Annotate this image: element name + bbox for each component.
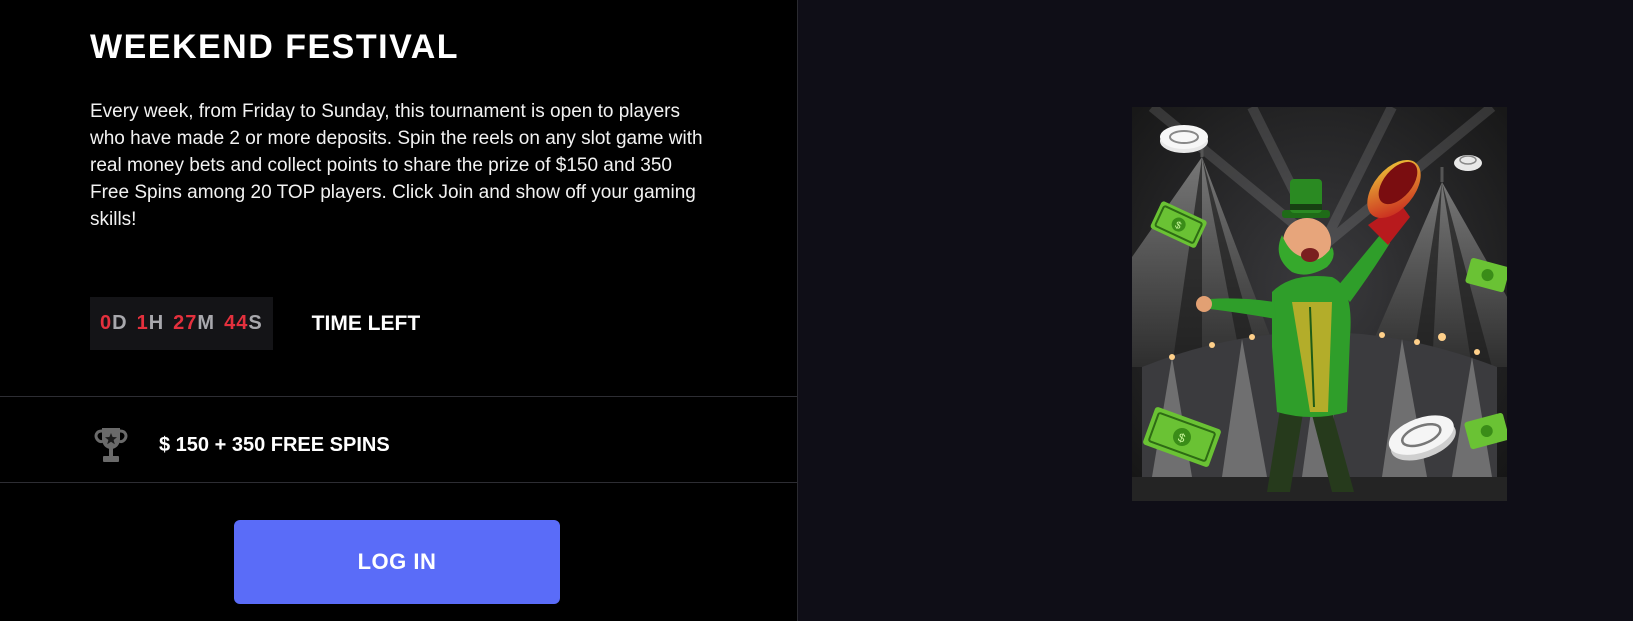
- prize-text: $ 150 + 350 FREE SPINS: [159, 433, 390, 456]
- divider-top: [0, 396, 797, 397]
- timer-hours-value: 1: [136, 312, 149, 334]
- timer-days-value: 0: [100, 312, 113, 334]
- tournament-title: WEEKEND FESTIVAL: [90, 28, 460, 66]
- tournament-description: Every week, from Friday to Sunday, this …: [90, 101, 703, 230]
- timer-minutes-value: 27: [173, 312, 198, 334]
- divider-bottom: [0, 482, 797, 483]
- login-button[interactable]: LOG IN: [234, 520, 560, 604]
- tournament-image-panel: $ $: [798, 0, 1633, 621]
- timer-seconds-value: 44: [224, 312, 249, 334]
- tournament-artwork: $ $: [1132, 107, 1507, 501]
- trophy-icon: [94, 428, 128, 462]
- timer-seconds-unit: S: [248, 312, 263, 334]
- timer-days-unit: D: [112, 312, 128, 334]
- tournament-info-panel: WEEKEND FESTIVAL Every week, from Friday…: [0, 0, 798, 621]
- prize-row: $ 150 + 350 FREE SPINS: [94, 425, 390, 465]
- tournament-card: WEEKEND FESTIVAL Every week, from Friday…: [0, 0, 1633, 621]
- timer-minutes-unit: M: [197, 312, 216, 334]
- timer-hours-unit: H: [148, 312, 165, 334]
- countdown-timer: 0 D 1 H 27 M 44 S: [90, 297, 273, 350]
- countdown-row: 0 D 1 H 27 M 44 S TIME LEFT: [90, 297, 420, 350]
- time-left-label: TIME LEFT: [311, 311, 421, 335]
